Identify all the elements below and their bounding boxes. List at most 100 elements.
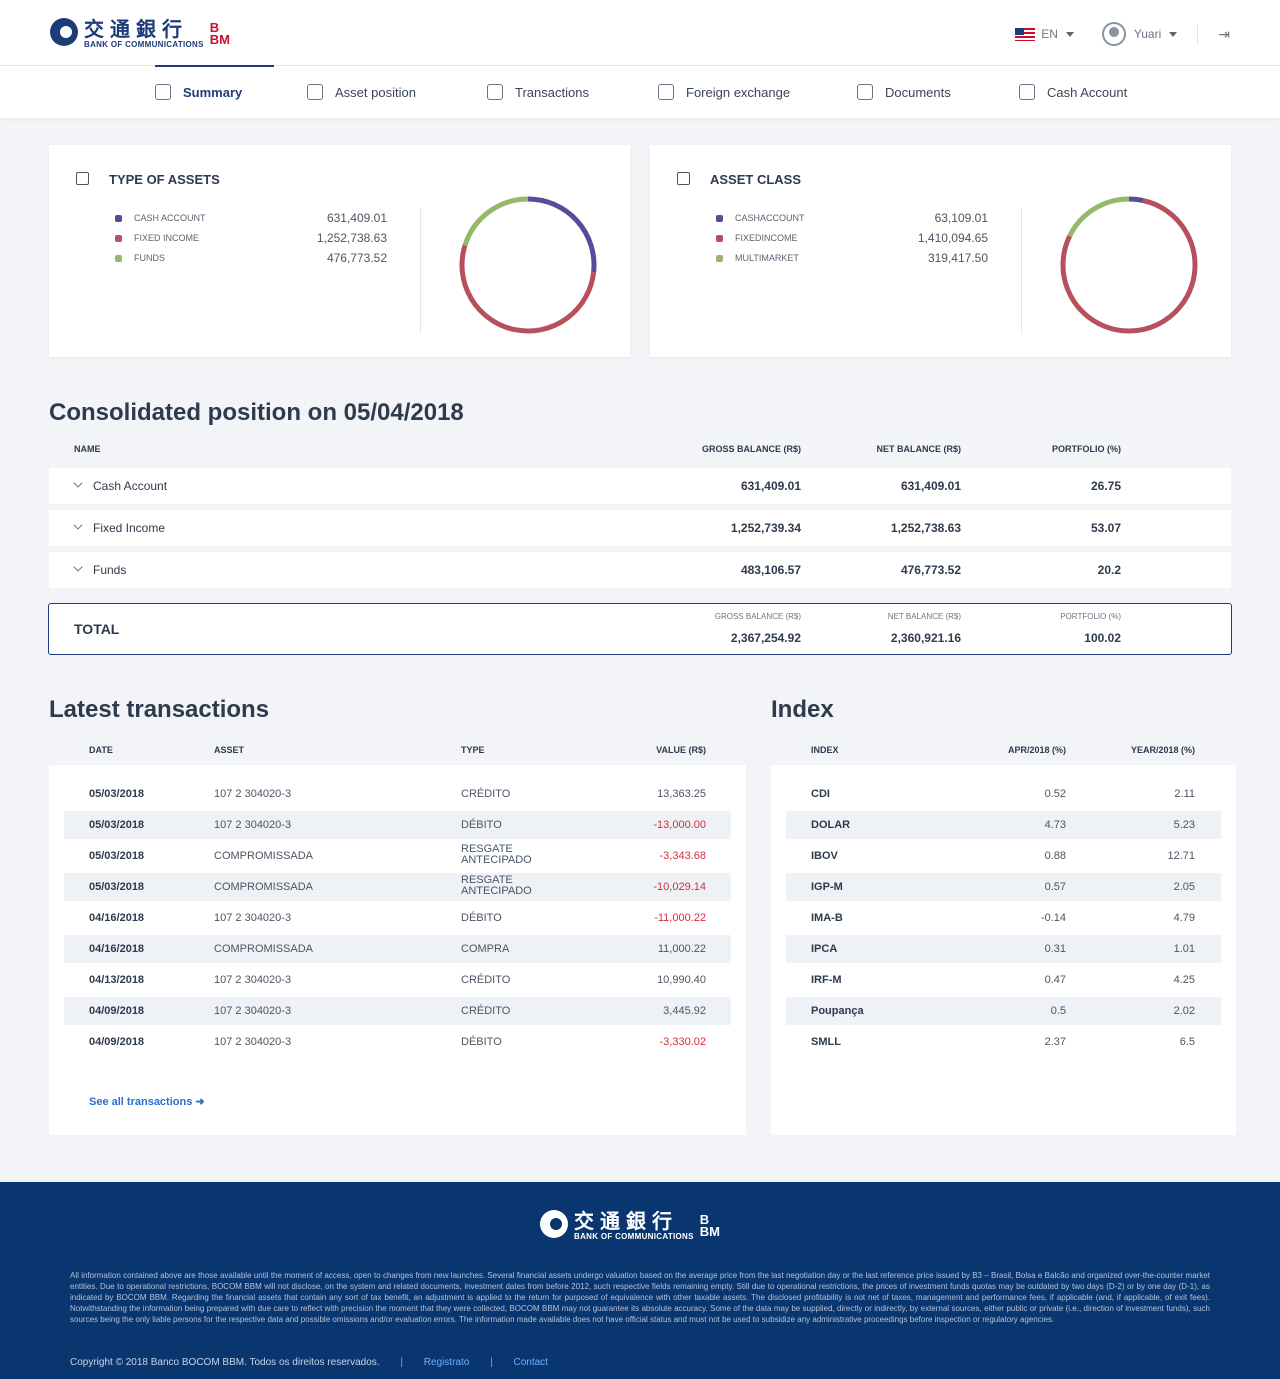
contact-link[interactable]: Contact — [513, 1357, 547, 1368]
tab-label: Asset position — [335, 84, 416, 100]
transaction-row[interactable]: 04/09/2018 107 2 304020-3 CRÉDITO 3,445.92 — [64, 997, 731, 1025]
index-row: DOLAR 4.73 5.23 — [786, 811, 1221, 839]
tx-asset: 107 2 304020-3 — [214, 1005, 292, 1017]
index-apr: 4.73 — [1044, 819, 1066, 831]
language-selector[interactable]: EN — [1015, 27, 1074, 41]
row-name: Funds — [93, 563, 127, 577]
tx-date: 04/16/2018 — [89, 912, 145, 924]
index-row: SMLL 2.37 6.5 — [786, 1028, 1221, 1056]
tx-asset: 107 2 304020-3 — [214, 1036, 292, 1048]
tab-transactions[interactable]: Transactions — [487, 66, 589, 118]
tab-foreign-exchange[interactable]: Foreign exchange — [658, 66, 790, 118]
index-row: CDI 0.52 2.11 — [786, 780, 1221, 808]
donut-slice — [459, 244, 597, 334]
total-portfolio: 100.02 — [1084, 631, 1121, 645]
chevron-down-icon — [1169, 31, 1178, 37]
tx-asset: 107 2 304020-3 — [214, 819, 292, 831]
tx-value: -10,029.14 — [653, 881, 706, 893]
tx-asset: 107 2 304020-3 — [214, 912, 292, 924]
legend-item: FIXED INCOME 1,252,738.63 — [115, 228, 387, 248]
legend: CASH ACCOUNT 631,409.01 FIXED INCOME 1,252… — [115, 208, 387, 268]
total-net: 2,360,921.16 — [890, 631, 961, 645]
index-apr: 0.52 — [1044, 788, 1066, 800]
total-gross: 2,367,254.92 — [730, 631, 801, 645]
tx-date: 05/03/2018 — [89, 819, 145, 831]
tab-label: Cash Account — [1047, 84, 1128, 100]
legend-value: 319,417.50 — [927, 251, 988, 265]
transaction-row[interactable]: 05/03/2018 COMPROMISSADA RESGATE ANTECIPAD… — [64, 873, 731, 901]
bocom-bbm-logo[interactable]: 交通銀行 BANK OF COMMUNICATIONS B BM — [50, 18, 230, 50]
col-header-value: VALUE (R$) — [656, 745, 706, 755]
tx-date: 05/03/2018 — [89, 788, 145, 800]
tx-asset: 107 2 304020-3 — [214, 788, 292, 800]
donut-slice — [462, 196, 529, 247]
tab-cash-account[interactable]: Cash Account — [1019, 66, 1127, 118]
transactions-title: Latest transactions — [49, 696, 270, 723]
logo-chinese-text: 交通銀行 — [84, 17, 188, 41]
legend-label: MULTIMARKET — [735, 253, 799, 263]
legend: CASHACCOUNT 63,109.01 FIXEDINCOME 1,410,09… — [716, 208, 988, 268]
index-year: 2.11 — [1174, 788, 1195, 800]
chevron-down-icon[interactable] — [73, 562, 83, 572]
tab-summary[interactable]: Summary — [155, 65, 274, 118]
tab-asset-position[interactable]: Asset position — [307, 66, 416, 118]
portfolio-pct: 53.07 — [1090, 521, 1121, 535]
registrato-link[interactable]: Registrato — [424, 1357, 470, 1368]
index-name: IRF-M — [811, 974, 842, 986]
col-header-gross: GROSS BALANCE (R$) — [701, 444, 801, 454]
index-row: IPCA 0.31 1.01 — [786, 935, 1221, 963]
summary-icon — [155, 84, 171, 100]
gross-balance: 483,106.57 — [740, 563, 801, 577]
row-name: Fixed Income — [93, 521, 166, 535]
gross-balance: 631,409.01 — [740, 479, 801, 493]
col-header-net: NET BALANCE (R$) — [876, 444, 962, 454]
tx-date: 05/03/2018 — [89, 881, 145, 893]
transaction-row[interactable]: 04/16/2018 COMPROMISSADA COMPRA 11,000.22 — [64, 935, 731, 963]
index-row: Poupança 0.5 2.02 — [786, 997, 1221, 1025]
tx-date: 04/13/2018 — [89, 974, 145, 986]
position-row-fixed-income[interactable]: Fixed Income 1,252,739.34 1,252,738.63 5… — [49, 510, 1231, 546]
legend-item: FUNDS 476,773.52 — [115, 248, 387, 268]
tx-type: RESGATE ANTECIPADO — [461, 843, 532, 866]
transaction-row[interactable]: 04/09/2018 107 2 304020-3 DÉBITO -3,330.02 — [64, 1028, 731, 1056]
see-all-transactions-link[interactable]: See all transactions ➜ — [89, 1095, 205, 1108]
tab-label: Summary — [183, 84, 243, 100]
tab-documents[interactable]: Documents — [857, 66, 951, 118]
index-title: Index — [771, 696, 834, 723]
index-name: IBOV — [811, 850, 838, 862]
documents-icon — [857, 84, 873, 100]
legend-value: 1,410,094.65 — [917, 231, 988, 245]
user-menu[interactable]: Yuari — [1074, 22, 1178, 46]
chevron-down-icon[interactable] — [73, 478, 83, 488]
index-apr: 0.88 — [1044, 850, 1066, 862]
index-name: IPCA — [811, 943, 838, 955]
bocom-logo-mark — [50, 18, 78, 46]
tx-type: DÉBITO — [461, 1036, 502, 1048]
index-year: 12.71 — [1167, 850, 1195, 862]
chevron-down-icon[interactable] — [73, 520, 83, 530]
tx-asset: COMPROMISSADA — [214, 943, 314, 955]
disclaimer: All information contained above are thos… — [70, 1271, 1210, 1324]
transaction-row[interactable]: 05/03/2018 107 2 304020-3 CRÉDITO 13,363.25 — [64, 780, 731, 808]
position-row-cash-account[interactable]: Cash Account 631,409.01 631,409.01 26.75 — [49, 468, 1231, 504]
transaction-row[interactable]: 05/03/2018 107 2 304020-3 DÉBITO -13,000.00 — [64, 811, 731, 839]
avatar-icon — [1101, 22, 1126, 46]
transaction-row[interactable]: 05/03/2018 COMPROMISSADA RESGATE ANTECIPAD… — [64, 842, 731, 870]
tx-type: COMPRA — [461, 943, 510, 955]
col-header-year: YEAR/2018 (%) — [1130, 745, 1195, 755]
gross-balance: 1,252,739.34 — [730, 521, 801, 535]
index-year: 1.01 — [1173, 943, 1195, 955]
legend-swatch — [115, 214, 122, 222]
position-row-funds[interactable]: Funds 483,106.57 476,773.52 20.2 — [49, 552, 1231, 588]
transaction-row[interactable]: 04/13/2018 107 2 304020-3 CRÉDITO 10,990.40 — [64, 966, 731, 994]
divider — [1197, 24, 1199, 44]
index-year: 6.5 — [1179, 1036, 1195, 1048]
index-name: DOLAR — [811, 819, 851, 831]
tx-date: 05/03/2018 — [89, 850, 145, 862]
transaction-row[interactable]: 04/16/2018 107 2 304020-3 DÉBITO -11,000.22 — [64, 904, 731, 932]
tab-label: Documents — [885, 84, 951, 100]
divider: | — [490, 1357, 493, 1368]
logout-icon[interactable]: ⇥ — [1218, 26, 1230, 43]
net-balance: 476,773.52 — [900, 563, 961, 577]
briefcase-icon — [677, 172, 690, 185]
